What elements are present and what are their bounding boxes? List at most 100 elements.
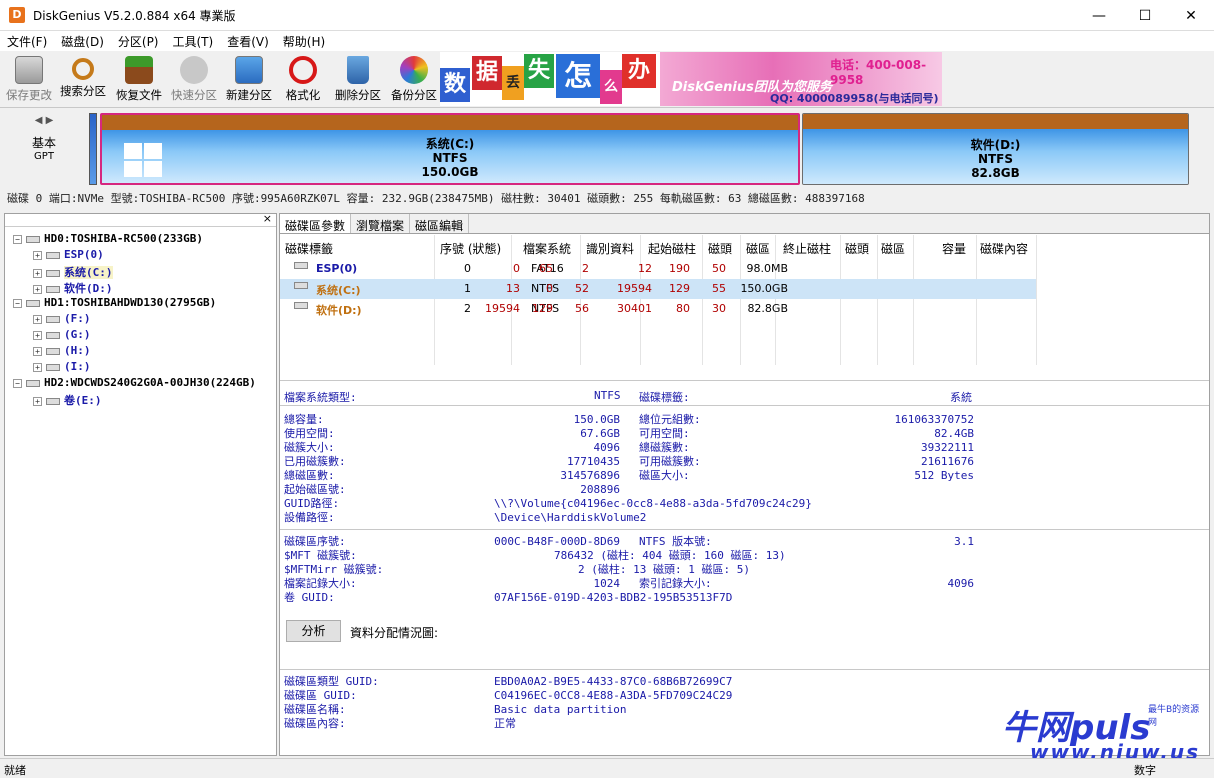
partition-icon <box>46 285 60 293</box>
tree-disk-hd1[interactable]: − HD1:TOSHIBAHDWD130(2795GB) <box>13 296 216 309</box>
menu-view[interactable]: 查看(V) <box>220 31 276 51</box>
title-bar: D DiskGenius V5.2.0.884 x64 專業版 — ☐ ✕ <box>0 0 1214 31</box>
partition-c-size: 150.0GB <box>421 165 479 179</box>
banner-phone-text: 电话：400-008-9958 <box>830 58 927 87</box>
details-left-values: 150.0GB 67.6GB 4096 17710435 314576896 208896 <box>560 413 620 496</box>
disk-tree-panel: × − HD0:TOSHIBA-RC500(233GB) + ESP(0) + 系统(… <box>4 212 277 756</box>
partition-c-name: 系统(C:) <box>425 137 475 151</box>
volume-label-label: 磁碟標籤: <box>639 391 690 404</box>
status-bar: 就绪 数字 <box>0 758 1214 778</box>
close-panel-button[interactable]: × <box>263 212 272 225</box>
disk-info-bar: 磁碟 0 端口:NVMe 型號:TOSHIBA-RC500 序號:995A60R… <box>7 192 865 205</box>
search-icon <box>72 58 94 80</box>
partition-block-d[interactable]: 软件(D:) NTFS 82.8GB <box>802 113 1189 185</box>
menu-partition[interactable]: 分区(P) <box>111 31 166 51</box>
partition-icon <box>46 251 60 259</box>
details-right-labels: 總位元組數: 可用空間: 總磁簇數: 可用磁簇數: 磁區大小: <box>639 413 701 482</box>
window-title: DiskGenius V5.2.0.884 x64 專業版 <box>33 8 236 23</box>
partition-block-c[interactable]: 系统(C:) NTFS 150.0GB <box>100 113 800 185</box>
disk-nav-arrows[interactable]: ◀ ▶ <box>20 115 68 126</box>
fs-type-value: NTFS <box>594 389 621 402</box>
tree-disk-hd2[interactable]: − HD2:WDCWDS240G2G0A-00JH30(224GB) <box>13 376 256 389</box>
partition-d-size: 82.8GB <box>971 166 1020 180</box>
details-left-labels: 總容量: 使用空間: 磁簇大小: 已用磁簇數: 總磁區數: 起始磁區號: GUID路徑: 設… <box>284 413 346 524</box>
tree-partition-esp[interactable]: + ESP(0) <box>33 248 104 261</box>
tree-partition-g[interactable]: + (G:) <box>33 328 91 341</box>
fs-type-label: 檔案系統類型: <box>284 391 357 404</box>
partition-d-name: 软件(D:) <box>970 138 1021 152</box>
tab-browse-files[interactable]: 瀏覽檔案 <box>351 214 411 233</box>
banner-char: 怎 <box>556 54 600 98</box>
banner-char: 丢 <box>502 66 524 100</box>
search-partition-button[interactable]: 搜索分区 <box>54 55 112 107</box>
banner-char: 数 <box>440 68 470 102</box>
recover-files-button[interactable]: 恢复文件 <box>110 55 168 107</box>
new-partition-button[interactable]: 新建分区 <box>220 55 278 107</box>
partition-icon <box>46 331 60 339</box>
new-partition-icon <box>235 56 263 84</box>
save-button[interactable]: 保存更改 <box>0 55 58 107</box>
partition-icon <box>294 302 308 309</box>
details-panel: 磁碟區參數 瀏覽檔案 磁區編輯 磁碟標籤 序號 (狀態) 檔案系統 識別資料 起… <box>279 213 1210 756</box>
numlock-indicator: 数字 <box>1134 764 1156 777</box>
partition-icon <box>46 363 60 371</box>
allocation-map-label: 資料分配情況圖: <box>350 626 439 640</box>
partition-c-fs: NTFS <box>432 151 468 165</box>
app-icon: D <box>9 7 25 23</box>
format-button[interactable]: 格式化 <box>274 55 332 107</box>
menu-disk[interactable]: 磁盘(D) <box>54 31 111 51</box>
close-button[interactable]: ✕ <box>1168 0 1214 31</box>
partition-icon <box>294 262 308 269</box>
disk-type-label: ◀ ▶ 基本 GPT <box>20 115 68 162</box>
delete-partition-button[interactable]: 删除分区 <box>329 55 387 107</box>
minimize-button[interactable]: — <box>1076 0 1122 31</box>
details-right-values: 161063370752 82.4GB 39322111 21611676 512 By… <box>894 413 974 482</box>
advertisement-banner[interactable]: 数 据 丢 失 怎 么 办 DiskGenius团队为您服务 电话：400-00… <box>440 52 942 106</box>
disk-map: ◀ ▶ 基本 GPT 系统(C:) NTFS 150.0GB 软件(D:) NT… <box>0 109 1214 187</box>
partition-table: 磁碟標籤 序號 (狀態) 檔案系統 識別資料 起始磁柱 磁頭 磁區 終止磁柱 磁… <box>280 235 1209 365</box>
delete-icon <box>347 56 369 84</box>
partition-row-d[interactable]: 软件(D:) 2 NTFS 19594 129 56 30401 80 30 8… <box>280 299 1036 319</box>
analyze-button[interactable]: 分析 <box>286 620 341 642</box>
ntfs-right-labels: NTFS 版本號: 索引記錄大小: <box>639 535 712 590</box>
banner-char: 么 <box>600 70 622 104</box>
banner-char: 办 <box>622 54 656 88</box>
gpt-labels: 磁碟區類型 GUID: 磁碟區 GUID: 磁碟區名稱: 磁碟區內容: <box>284 675 379 730</box>
tab-partition-params[interactable]: 磁碟區參數 <box>280 214 352 233</box>
partition-icon <box>46 397 60 405</box>
esp-partition-block[interactable] <box>89 113 97 185</box>
site-watermark: 牛网puls 最牛B的资源网 www.niuw.us <box>1002 705 1201 764</box>
tree-partition-h[interactable]: + (H:) <box>33 344 91 357</box>
tree-partition-d[interactable]: + 软件(D:) <box>33 280 113 296</box>
tree-partition-f[interactable]: + (F:) <box>33 312 91 325</box>
disk-icon <box>26 299 40 307</box>
banner-char: 失 <box>524 54 554 88</box>
tree-partition-c[interactable]: + 系统(C:) <box>33 264 113 280</box>
banner-contact: DiskGenius团队为您服务 电话：400-008-9958 QQ: 400… <box>660 52 942 106</box>
partition-row-c[interactable]: 系统(C:) 1 NTFS 13 0 52 19594 129 55 150.0… <box>280 279 1036 299</box>
partition-icon <box>46 347 60 355</box>
partition-d-fs: NTFS <box>977 152 1014 166</box>
quick-partition-button[interactable]: 快速分区 <box>165 55 223 107</box>
banner-char: 据 <box>472 56 502 90</box>
tree-partition-i[interactable]: + (I:) <box>33 360 91 373</box>
disk-icon <box>26 379 40 387</box>
gpt-values: EBD0A0A2-B9E5-4433-87C0-68B6B72699C7 C041… <box>494 675 733 730</box>
backup-partition-button[interactable]: 备份分区 <box>385 55 443 107</box>
partition-row-esp[interactable]: ESP(0) 0 FAT16 0 65 2 12 190 50 98.0MB <box>280 259 1036 279</box>
tree-partition-e[interactable]: + 卷(E:) <box>33 392 102 408</box>
menu-file[interactable]: 文件(F) <box>0 31 54 51</box>
partition-table-header: 磁碟標籤 序號 (狀態) 檔案系統 識別資料 起始磁柱 磁頭 磁區 終止磁柱 磁… <box>285 242 1029 256</box>
recover-icon <box>125 56 153 84</box>
partition-icon <box>294 282 308 289</box>
menu-tools[interactable]: 工具(T) <box>166 31 221 51</box>
backup-icon <box>400 56 428 84</box>
maximize-button[interactable]: ☐ <box>1122 0 1168 31</box>
menu-help[interactable]: 帮助(H) <box>276 31 332 51</box>
disk-icon <box>26 235 40 243</box>
ntfs-right-values: 3.1 4096 <box>947 535 975 590</box>
save-icon <box>15 56 43 84</box>
tree-disk-hd0[interactable]: − HD0:TOSHIBA-RC500(233GB) <box>13 232 203 245</box>
tab-sector-editor[interactable]: 磁區編輯 <box>410 214 470 233</box>
partition-icon <box>46 269 60 277</box>
